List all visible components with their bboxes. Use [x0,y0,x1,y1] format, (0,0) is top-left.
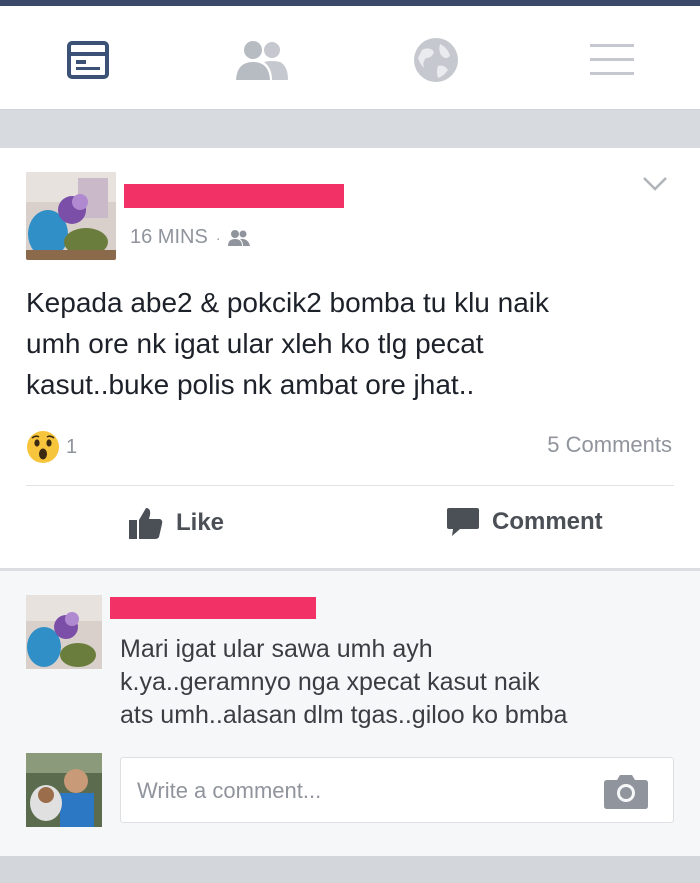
feed-separator [0,110,700,148]
notifications-tab[interactable] [406,32,466,88]
top-nav-bar [0,6,700,110]
more-menu-tab[interactable] [582,32,642,88]
comment-placeholder: Write a comment... [137,778,322,803]
camera-icon[interactable] [603,772,649,810]
comment-bubble-icon [447,508,479,536]
reaction-count: 1 [66,435,78,458]
wow-reaction-icon [27,431,59,463]
thumbs-up-icon [129,508,163,539]
reaction-summary[interactable]: 1 [26,430,77,464]
comment-button[interactable]: Comment [446,506,603,538]
chevron-down-icon[interactable] [640,174,670,194]
like-button[interactable]: Like [128,506,224,540]
comment-label: Comment [492,508,603,535]
post-meta: 16 MINS · [130,226,251,249]
author-avatar[interactable] [26,172,116,260]
bottom-strip [0,856,700,883]
comment-composer[interactable]: Write a comment... [120,757,674,823]
menu-icon [590,44,634,75]
meta-separator: · [215,229,221,246]
friends-tab[interactable] [232,32,292,88]
friends-small-icon [228,229,251,246]
current-user-avatar [26,753,102,827]
comments-count-link[interactable]: 5 Comments [547,432,672,458]
friends-icon [236,41,288,80]
post-card: 16 MINS · Kepada abe2 & pokcik2 bomba tu… [0,148,700,568]
author-name-redaction [124,184,344,208]
like-label: Like [176,509,225,536]
news-feed-icon [67,41,109,79]
post-timestamp[interactable]: 16 MINS [130,226,208,249]
commenter-name-redaction [110,597,316,619]
comments-section: Mari igat ular sawa umh ayh k.ya..geramn… [0,570,700,856]
commenter-avatar[interactable] [26,595,102,669]
news-feed-tab[interactable] [58,32,118,88]
comment-text: Mari igat ular sawa umh ayh k.ya..geramn… [120,635,568,729]
globe-icon [414,38,458,82]
action-divider [26,485,674,486]
post-text: Kepada abe2 & pokcik2 bomba tu klu naik … [26,287,550,400]
